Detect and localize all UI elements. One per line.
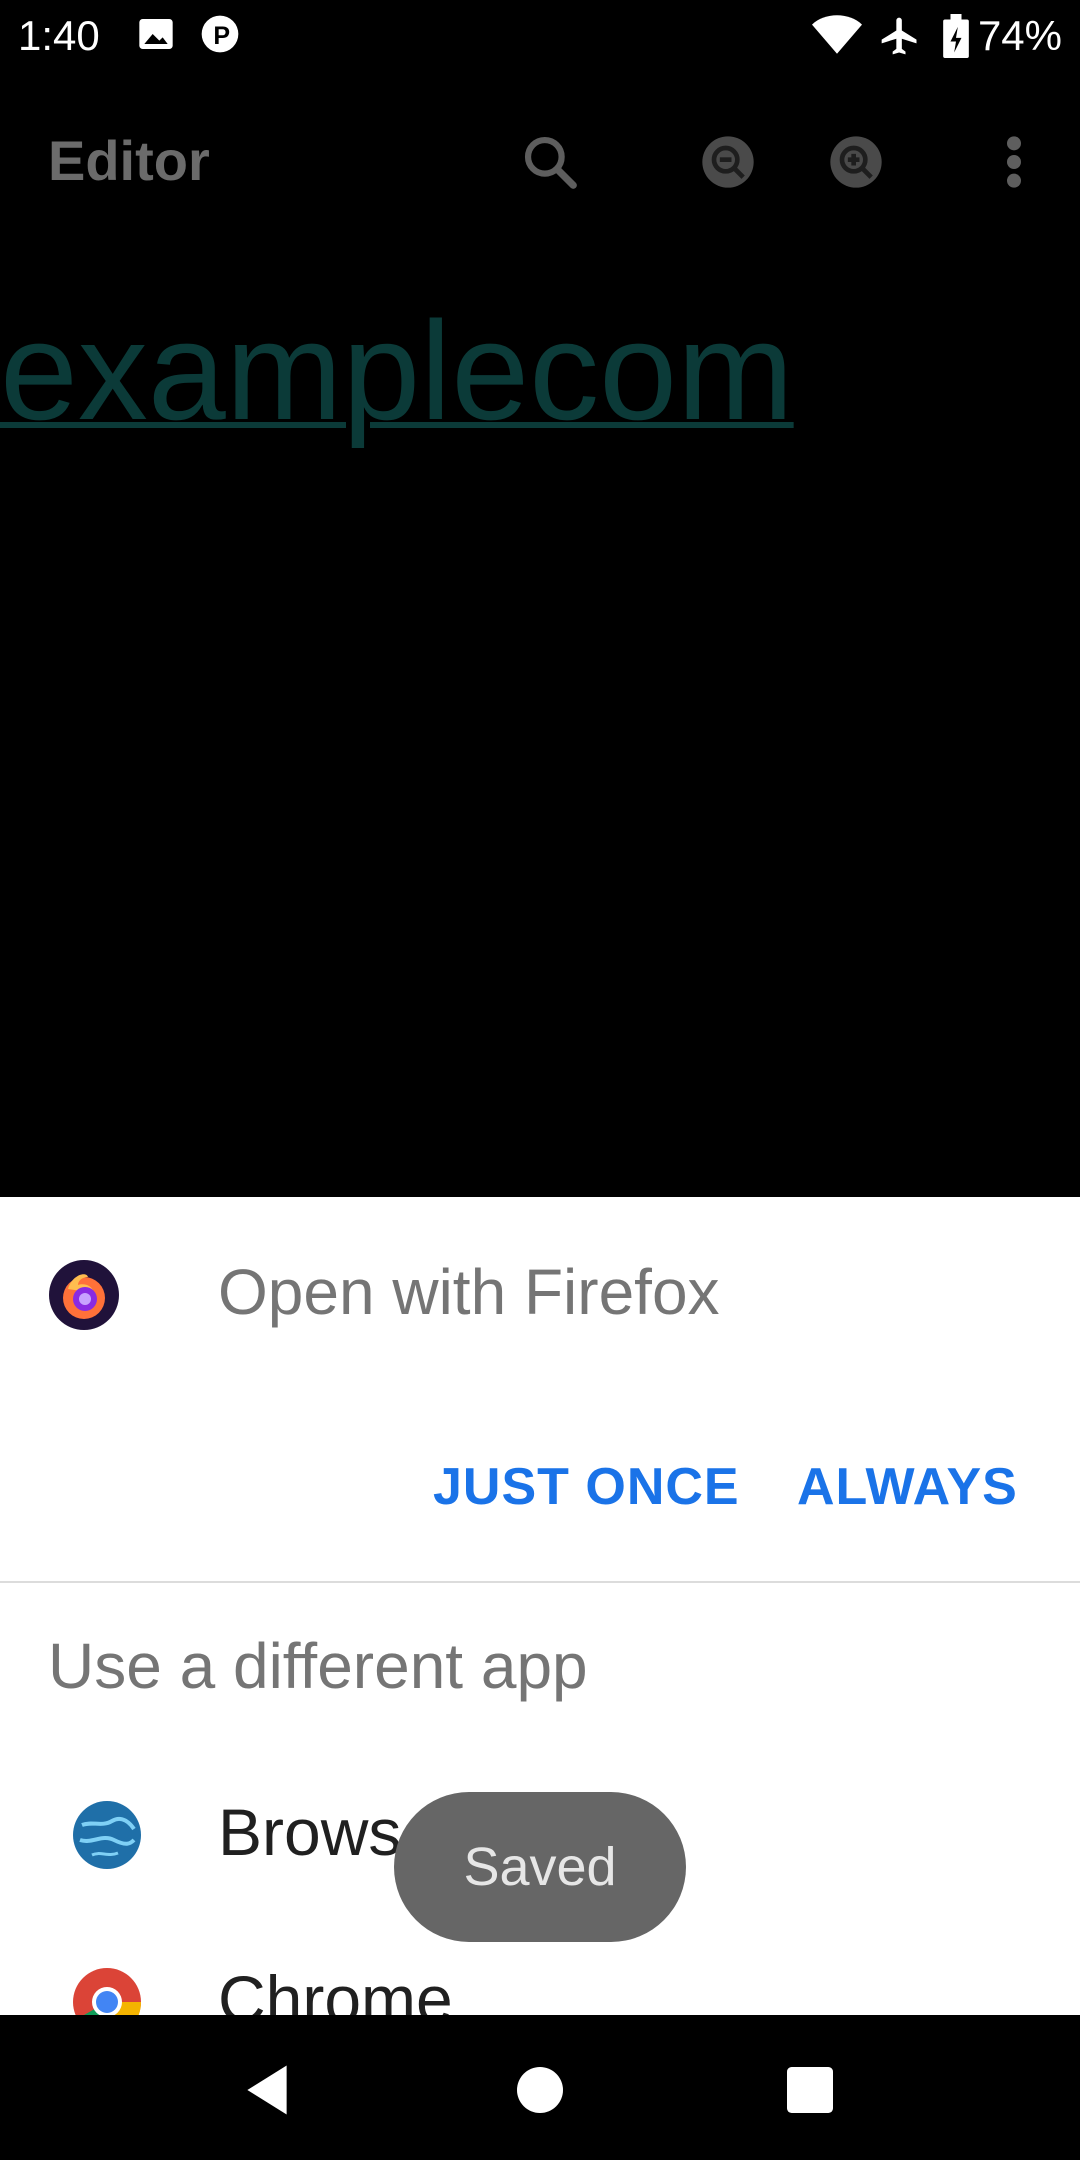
zoom-out-icon[interactable] xyxy=(688,122,768,202)
toast: Saved xyxy=(394,1792,686,1942)
recents-icon[interactable] xyxy=(775,2055,845,2125)
divider xyxy=(0,1581,1080,1583)
wifi-icon xyxy=(812,14,862,61)
more-vert-icon[interactable] xyxy=(974,122,1054,202)
always-button[interactable]: ALWAYS xyxy=(797,1457,1018,1517)
app-row-label: Chrome xyxy=(218,1962,453,2015)
status-bar: 1:40 P 74% xyxy=(0,0,1080,72)
back-icon[interactable] xyxy=(232,2055,302,2125)
app-title: Editor xyxy=(48,129,210,192)
p-icon: P xyxy=(200,14,240,59)
battery-charging-icon xyxy=(942,14,970,63)
app-row-chrome[interactable]: Chrome xyxy=(0,1962,1080,2015)
status-time: 1:40 xyxy=(18,12,100,59)
open-with-title: Open with Firefox xyxy=(218,1256,720,1328)
firefox-icon xyxy=(48,1259,120,1331)
image-icon xyxy=(136,14,176,59)
navigation-bar xyxy=(0,2015,1080,2160)
svg-text:P: P xyxy=(213,22,230,50)
editor-link-text[interactable]: examplecom xyxy=(0,290,794,452)
zoom-in-icon[interactable] xyxy=(816,122,896,202)
airplane-icon xyxy=(878,14,922,63)
different-app-label: Use a different app xyxy=(48,1630,588,1702)
browser-globe-icon xyxy=(72,1800,142,1870)
toast-text: Saved xyxy=(463,1837,617,1897)
just-once-button[interactable]: JUST ONCE xyxy=(433,1457,740,1517)
battery-percent: 74% xyxy=(977,12,1062,59)
search-icon[interactable] xyxy=(510,122,590,202)
chrome-icon xyxy=(72,1967,142,2015)
home-icon[interactable] xyxy=(505,2055,575,2125)
app-bar: Editor xyxy=(0,72,1080,242)
